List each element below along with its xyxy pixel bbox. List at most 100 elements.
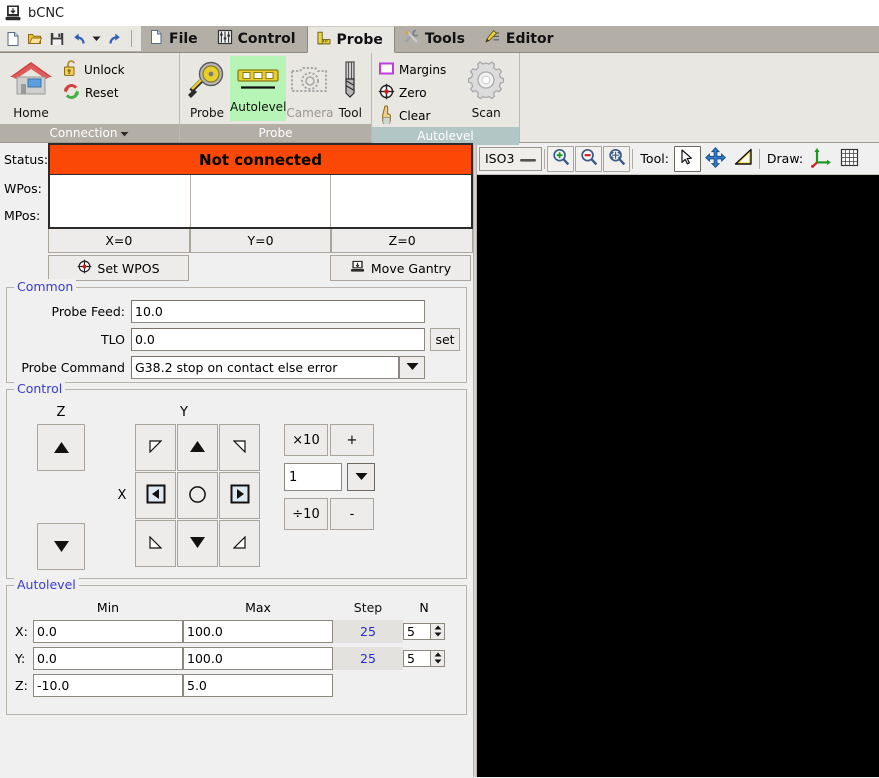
spin-up-icon[interactable] xyxy=(431,651,444,659)
jog-down-left-button[interactable] xyxy=(135,520,176,567)
jog-down-button[interactable] xyxy=(177,520,218,567)
new-file-icon[interactable] xyxy=(3,29,22,48)
autolevel-y-max-input[interactable]: 100.0 xyxy=(183,646,333,670)
arrow-left-boxed-icon xyxy=(146,484,166,507)
autolevel-axis-x-label: X: xyxy=(15,623,28,639)
jog-up-right-button[interactable] xyxy=(219,424,260,471)
autolevel-x-n-spinbox[interactable]: 5 xyxy=(403,622,445,640)
autolevel-button[interactable]: Autolevel xyxy=(230,56,287,121)
ribbon-group-connection-label[interactable]: Connection xyxy=(0,124,179,142)
zoom-fit-button[interactable] xyxy=(603,145,631,172)
set-wpos-button[interactable]: Set WPOS xyxy=(48,255,189,281)
jog-up-left-button[interactable] xyxy=(135,424,176,471)
autolevel-x-n-value[interactable]: 5 xyxy=(403,622,430,640)
autolevel-z-min-input[interactable]: -10.0 xyxy=(33,673,183,697)
redo-icon[interactable] xyxy=(105,29,124,48)
autolevel-y-n-spinbox[interactable]: 5 xyxy=(403,649,445,667)
view-projection-combo[interactable]: ISO3 xyxy=(479,146,543,171)
tlo-input[interactable]: 0.0 xyxy=(131,327,425,351)
undo-dropdown-icon[interactable] xyxy=(91,29,102,48)
spin-up-icon[interactable] xyxy=(431,624,444,632)
clear-button[interactable]: Clear xyxy=(376,104,453,127)
jog-home-center-button[interactable] xyxy=(177,472,218,519)
zero-button[interactable]: Zero xyxy=(376,81,453,104)
autolevel-y-n-spin-arrows[interactable] xyxy=(430,649,445,667)
chevron-down-icon[interactable] xyxy=(120,124,129,142)
draw-axes-button[interactable] xyxy=(808,146,835,172)
camera-button-label: Camera xyxy=(286,106,334,120)
wpos-label: WPos: xyxy=(4,181,42,196)
probe-command-label: Probe Command xyxy=(21,359,125,375)
jog-up-button[interactable] xyxy=(177,424,218,471)
arrow-right-boxed-icon xyxy=(230,484,250,507)
step-divide-row: ÷10 - xyxy=(284,498,375,530)
step-value-input[interactable]: 1 xyxy=(284,463,342,491)
tool-select-button[interactable] xyxy=(673,145,701,172)
status-value: Not connected xyxy=(199,150,322,169)
tab-file[interactable]: File xyxy=(141,26,209,52)
gcode-canvas[interactable] xyxy=(477,175,879,777)
jog-down-right-button[interactable] xyxy=(219,520,260,567)
step-value-dropdown[interactable] xyxy=(347,463,375,491)
tab-tools[interactable]: Tools xyxy=(395,26,476,52)
wpos-y-value xyxy=(190,175,332,202)
tool-pan-button[interactable] xyxy=(702,146,729,172)
jog-left-button[interactable] xyxy=(135,472,176,519)
draw-mode-label: Draw: xyxy=(766,151,804,166)
undo-icon[interactable] xyxy=(69,29,88,48)
step-multiply-button[interactable]: ×10 xyxy=(284,424,328,456)
pencil-lines-icon xyxy=(484,29,501,49)
connection-group-title: Connection xyxy=(49,126,118,140)
jog-right-button[interactable] xyxy=(219,472,260,519)
margins-button[interactable]: Margins xyxy=(376,58,453,81)
draw-grid-button[interactable] xyxy=(836,146,863,172)
autolevel-x-n-spin-arrows[interactable] xyxy=(430,622,445,640)
status-label: Status: xyxy=(4,151,49,167)
autolevel-z-max-input[interactable]: 5.0 xyxy=(183,673,333,697)
scan-button[interactable]: Scan xyxy=(457,56,515,120)
zoom-out-button[interactable] xyxy=(575,145,603,172)
step-increment-button[interactable]: + xyxy=(330,424,374,456)
jog-z-up-button[interactable] xyxy=(37,424,85,471)
move-gantry-button[interactable]: Move Gantry xyxy=(330,255,471,281)
zero-z-button[interactable]: Z=0 xyxy=(331,229,473,253)
home-button[interactable]: Home xyxy=(4,56,58,120)
unlock-button[interactable]: Unlock xyxy=(60,58,129,81)
tab-probe[interactable]: Probe xyxy=(306,26,395,53)
spin-down-icon[interactable] xyxy=(431,631,444,639)
autolevel-y-n-value[interactable]: 5 xyxy=(403,649,430,667)
gantry-icon xyxy=(350,259,366,277)
save-file-icon[interactable] xyxy=(47,29,66,48)
camera-button[interactable]: Camera xyxy=(286,56,334,120)
chevron-down-icon xyxy=(406,360,419,374)
zoom-in-button[interactable] xyxy=(547,145,575,172)
spin-down-icon[interactable] xyxy=(431,658,444,666)
tool-button[interactable]: Tool xyxy=(334,56,368,120)
open-file-icon[interactable] xyxy=(25,29,44,48)
zero-x-button[interactable]: X=0 xyxy=(48,229,190,253)
status-badge[interactable]: Not connected xyxy=(48,143,473,175)
triangle-up-left-icon xyxy=(149,439,163,456)
tlo-set-button[interactable]: set xyxy=(430,327,460,351)
reset-button-label: Reset xyxy=(85,85,119,100)
tab-editor[interactable]: Editor xyxy=(476,26,565,52)
step-decrement-button[interactable]: - xyxy=(330,498,374,530)
probe-button[interactable]: Probe xyxy=(184,56,230,120)
probe-feed-input[interactable]: 10.0 xyxy=(131,299,425,323)
tab-control[interactable]: Control xyxy=(209,26,307,52)
reset-button[interactable]: Reset xyxy=(60,81,129,104)
autolevel-x-min-input[interactable]: 0.0 xyxy=(33,619,183,643)
autolevel-small-buttons: Margins Zero Clear xyxy=(376,56,453,127)
probe-command-dropdown[interactable] xyxy=(399,355,425,379)
tool-ruler-button[interactable] xyxy=(730,146,757,172)
jog-z-down-button[interactable] xyxy=(37,523,85,570)
autolevel-x-step-value: 25 xyxy=(333,619,403,643)
autolevel-y-min-input[interactable]: 0.0 xyxy=(33,646,183,670)
probe-command-input[interactable]: G38.2 stop on contact else error xyxy=(131,355,399,379)
autolevel-x-max-input[interactable]: 100.0 xyxy=(183,619,333,643)
x-axis-label: X xyxy=(117,488,127,503)
gear-icon xyxy=(464,59,508,104)
zero-y-button[interactable]: Y=0 xyxy=(189,229,332,253)
axes-xyz-icon xyxy=(811,147,832,171)
step-divide-button[interactable]: ÷10 xyxy=(284,498,328,530)
